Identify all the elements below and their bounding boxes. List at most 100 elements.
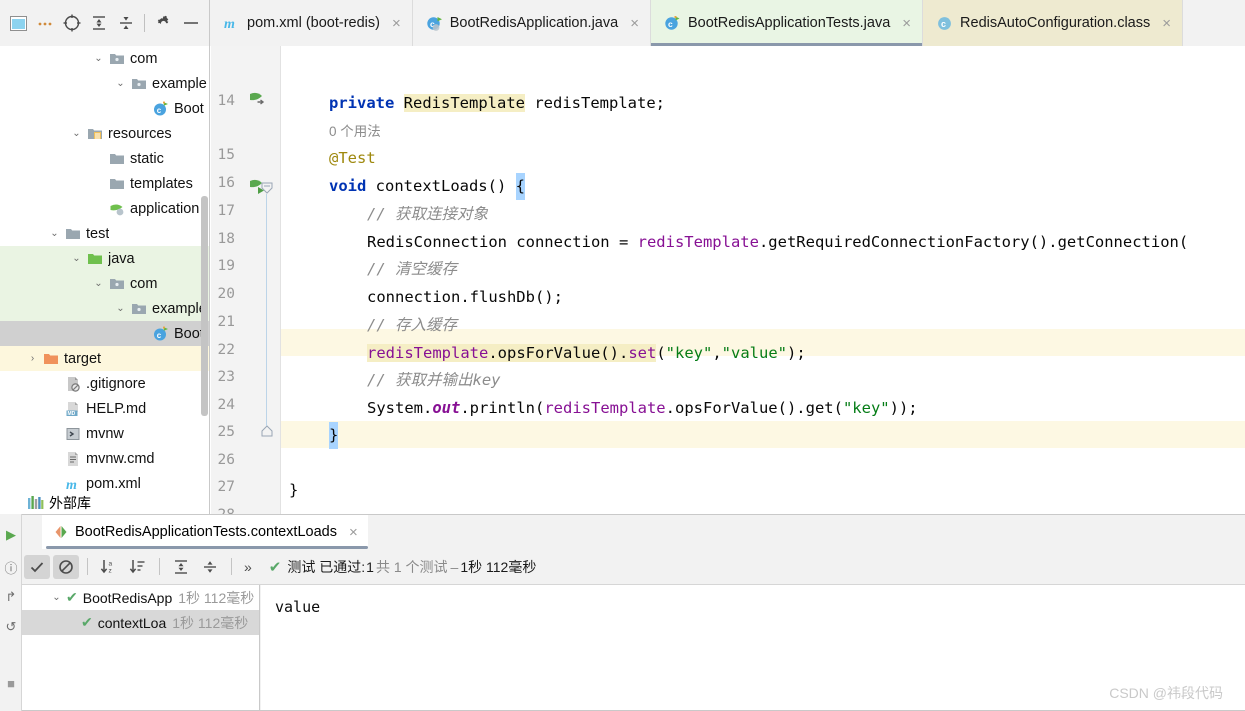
test-passed-count: 1 <box>366 558 374 575</box>
history-icon[interactable]: ↺ <box>2 618 20 636</box>
expand-all-button[interactable] <box>168 555 194 579</box>
test-status-dash: – <box>450 558 459 575</box>
rerun-icon[interactable]: ▶ <box>2 526 20 544</box>
usage-hint[interactable]: 0 个用法 <box>329 120 381 143</box>
code-text-area[interactable]: private RedisTemplate redisTemplate; 0 个… <box>281 46 1245 514</box>
chevron-down-icon[interactable]: ⌄ <box>48 227 61 240</box>
settings-icon[interactable]: ■ <box>2 674 20 692</box>
code-editor[interactable]: 14 15 16 17 18 19 20 21 22 23 24 25 26 2… <box>211 46 1245 514</box>
fold-region-line <box>266 194 267 426</box>
chevron-down-icon[interactable]: ⌄ <box>114 77 127 90</box>
test-tree-row-method[interactable]: ✔ contextLoa 1秒 112毫秒 <box>22 610 259 635</box>
tree-item-label: mvnw.cmd <box>86 450 155 467</box>
hide-panel-icon[interactable] <box>178 10 203 36</box>
collapse-all-button[interactable] <box>197 555 223 579</box>
test-tree-row-class[interactable]: ⌄ ✔ BootRedisApp 1秒 112毫秒 <box>22 585 259 610</box>
sort-by-duration-button[interactable] <box>125 555 151 579</box>
code-line-15-annotation: @Test <box>329 149 376 167</box>
code-line-18-c: .getRequiredConnectionFactory().getConne… <box>758 233 1189 251</box>
tree-item-templates[interactable]: templates <box>0 171 209 196</box>
show-ignored-button[interactable] <box>53 554 79 579</box>
more-options-icon[interactable] <box>33 10 58 36</box>
test-passed-icon: ✔ <box>81 614 93 630</box>
tree-item-label: HELP.md <box>86 400 147 417</box>
external-libraries-icon <box>28 496 44 509</box>
editor-tab-bar: m pom.xml (boot-redis) × c BootRedisAppl… <box>210 0 1245 46</box>
close-icon[interactable]: × <box>349 525 358 540</box>
more-actions-icon[interactable]: » <box>240 559 256 575</box>
editor-tab-pom-xml[interactable]: m pom.xml (boot-redis) × <box>210 0 413 46</box>
editor-tab-bootredisapplicationtests[interactable]: c BootRedisApplicationTests.java × <box>650 0 924 46</box>
editor-tab-bootredisapplication[interactable]: c BootRedisApplication.java × <box>412 0 651 46</box>
chevron-down-icon[interactable]: ⌄ <box>92 277 105 290</box>
tree-item-target[interactable]: › target <box>0 346 209 371</box>
chevron-right-icon[interactable]: › <box>26 352 39 365</box>
project-tree-panel[interactable]: ⌄ com ⌄ example c Boot ⌄ resources static templat… <box>0 46 210 514</box>
tree-item-java[interactable]: ⌄ java <box>0 246 209 271</box>
fold-region-start-icon[interactable] <box>261 182 273 194</box>
run-panel-left-rail: ▶ ⓘ ↱ ↺ ■ <box>0 514 22 711</box>
chevron-down-icon[interactable]: ⌄ <box>50 591 63 604</box>
chevron-down-icon[interactable]: ⌄ <box>114 302 127 315</box>
tree-item-boot[interactable]: c Boot <box>0 96 209 121</box>
svg-text:a: a <box>109 561 113 568</box>
tree-item-gitignore[interactable]: .gitignore <box>0 371 209 396</box>
tree-item-example[interactable]: ⌄ example <box>0 296 209 321</box>
cmd-script-icon <box>65 451 86 467</box>
tree-item-test[interactable]: ⌄ test <box>0 221 209 246</box>
tree-item-mvnw-cmd[interactable]: mvnw.cmd <box>0 446 209 471</box>
toolbar-divider <box>159 558 160 575</box>
console-output-panel[interactable]: value CSDN @祎段代码 <box>261 585 1245 711</box>
tree-item-static[interactable]: static <box>0 146 209 171</box>
tree-item-mvnw[interactable]: mvnw <box>0 421 209 446</box>
close-icon[interactable]: × <box>1162 16 1171 31</box>
tree-item-com[interactable]: ⌄ com <box>0 46 209 71</box>
sort-alphabetically-button[interactable]: az <box>96 555 122 579</box>
tab-label: BootRedisApplication.java <box>449 15 619 31</box>
code-line-24-b: .println( <box>460 399 545 417</box>
editor-gutter[interactable]: 14 15 16 17 18 19 20 21 22 23 24 25 26 2… <box>211 46 281 514</box>
locate-file-icon[interactable] <box>60 10 85 36</box>
test-results-tree[interactable]: ⌄ ✔ BootRedisApp 1秒 112毫秒 ✔ contextLoa 1… <box>22 585 260 711</box>
test-class-name: BootRedisApp <box>82 589 173 606</box>
collapse-all-icon[interactable] <box>113 10 138 36</box>
fold-region-end-icon[interactable] <box>261 425 273 437</box>
toolbar-divider <box>231 558 232 575</box>
editor-tab-redisautoconfiguration[interactable]: c RedisAutoConfiguration.class × <box>923 0 1184 46</box>
chevron-down-icon[interactable]: ⌄ <box>70 127 83 140</box>
folder-icon <box>109 176 130 192</box>
field-redistemplate: redisTemplate <box>637 233 759 251</box>
close-icon[interactable]: × <box>630 16 639 31</box>
close-icon[interactable]: × <box>902 16 911 31</box>
tree-item-com[interactable]: ⌄ com <box>0 271 209 296</box>
tree-item-resources[interactable]: ⌄ resources <box>0 121 209 146</box>
tree-item-example[interactable]: ⌄ example <box>0 71 209 96</box>
resources-folder-icon <box>87 126 108 142</box>
closing-brace: } <box>329 422 339 449</box>
tree-item-help-md[interactable]: MD HELP.md <box>0 396 209 421</box>
gear-icon[interactable] <box>151 10 176 36</box>
run-configuration-tab[interactable]: BootRedisApplicationTests.contextLoads × <box>42 515 368 549</box>
chevron-down-icon[interactable]: ⌄ <box>70 252 83 265</box>
export-icon[interactable]: ↱ <box>2 588 20 606</box>
tree-item-boot[interactable]: c Boot <box>0 321 209 346</box>
tree-item-external-libraries[interactable]: 外部库 <box>0 492 209 514</box>
line-number: 22 <box>217 342 235 358</box>
chevron-down-icon[interactable]: ⌄ <box>92 52 105 65</box>
test-passed-check-icon: ✔ <box>268 558 282 576</box>
bean-candidate-icon[interactable] <box>247 90 267 110</box>
show-passed-button[interactable] <box>24 554 50 579</box>
test-method-name: contextLoa <box>97 614 167 631</box>
spring-config-icon <box>109 201 130 217</box>
line-number: 24 <box>217 397 235 413</box>
sidebar-scrollbar[interactable] <box>201 196 208 416</box>
tree-item-application[interactable]: application <box>0 196 209 221</box>
problems-icon[interactable]: ⓘ <box>2 558 20 576</box>
code-line-18: RedisConnection connection = redisTempla… <box>367 229 1188 256</box>
expand-all-icon[interactable] <box>87 10 112 36</box>
code-line-16: void contextLoads() { <box>329 173 525 200</box>
close-icon[interactable]: × <box>392 16 401 31</box>
project-view-icon[interactable] <box>6 10 31 36</box>
external-libraries-label: 外部库 <box>49 495 91 511</box>
tree-item-label: target <box>64 350 102 367</box>
